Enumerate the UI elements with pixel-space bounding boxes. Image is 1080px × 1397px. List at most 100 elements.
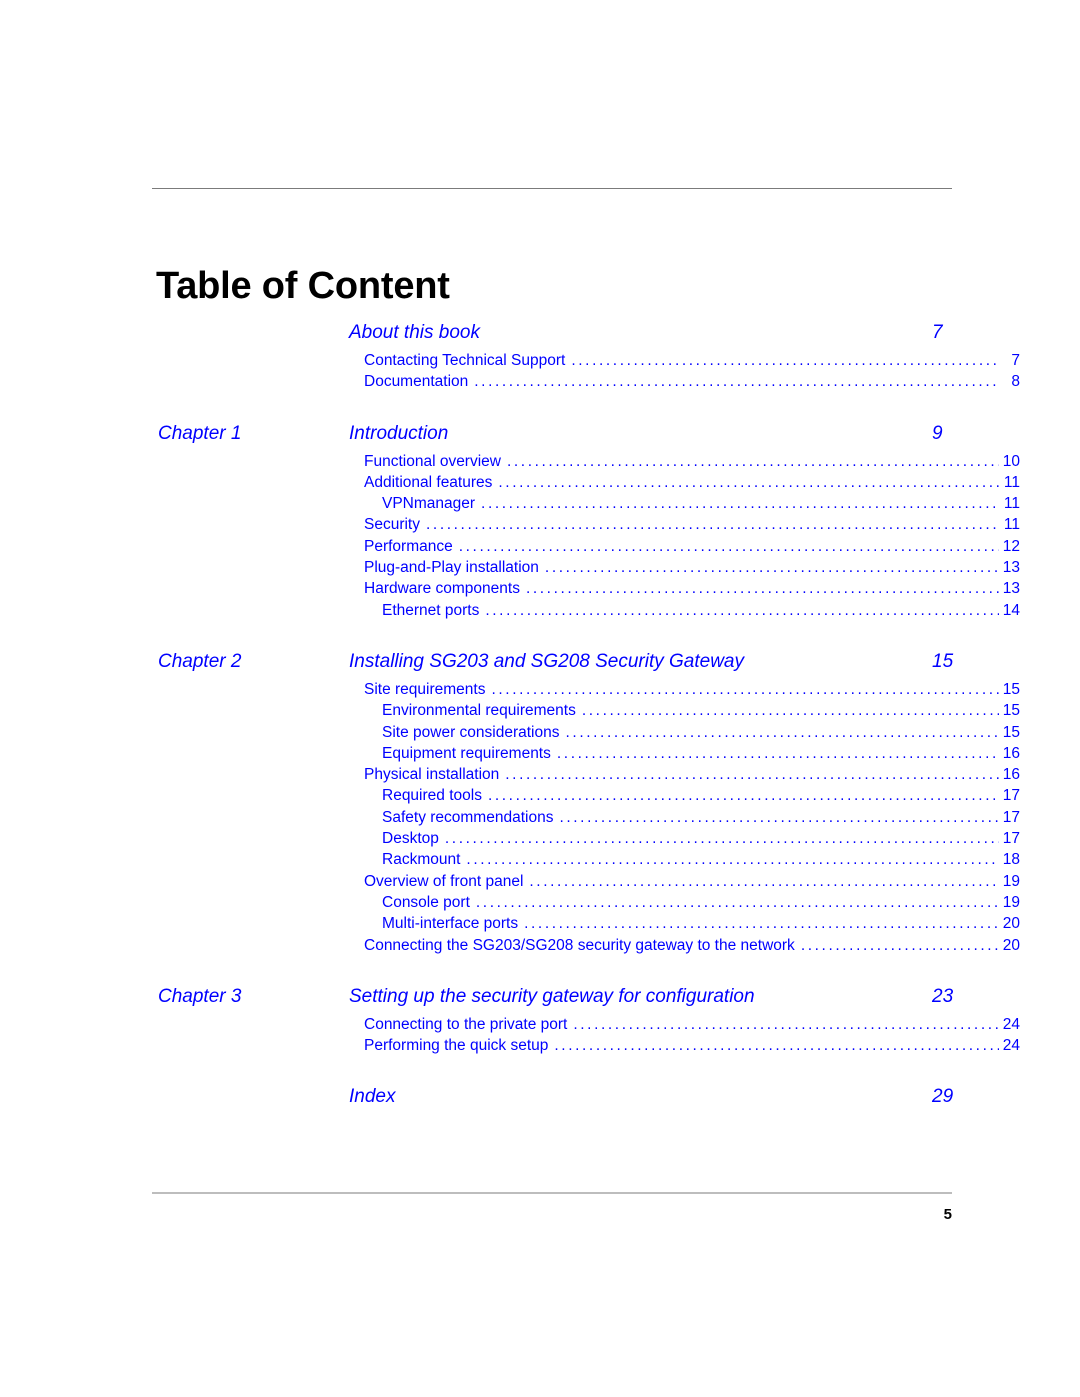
toc-entry[interactable]: Plug-and-Play installation..............… <box>0 559 1080 580</box>
toc-section: Chapter 2 Installing SG203 and SG208 Secu… <box>0 651 1080 958</box>
toc-entry-page-number: 11 <box>1003 516 1020 534</box>
toc-section: Chapter 1 Introduction 9 Functional overvie… <box>0 423 1080 623</box>
toc-entry-page-number: 12 <box>1002 537 1020 555</box>
toc-section-header[interactable]: Chapter 3 Setting up the security gateway… <box>0 986 1080 1016</box>
toc-section-header[interactable]: Index 29 <box>0 1086 1080 1116</box>
toc-leader-dots: ........................................… <box>529 872 999 890</box>
toc-entry-page-number: 17 <box>1002 808 1020 826</box>
toc-entry-label: Required tools <box>382 787 482 805</box>
toc-section-spacer <box>0 958 1080 986</box>
toc-entry-page-number: 20 <box>1002 915 1020 933</box>
toc-entry-page-number: 13 <box>1002 559 1020 577</box>
toc-entry[interactable]: Additional features.....................… <box>0 474 1080 495</box>
toc-entry[interactable]: Multi-interface ports...................… <box>0 915 1080 936</box>
toc-entry-page-number: 13 <box>1002 580 1020 598</box>
toc-leader-dots: ........................................… <box>474 373 999 391</box>
toc-entry[interactable]: Site power considerations...............… <box>0 724 1080 745</box>
toc-entry[interactable]: Performing the quick setup..............… <box>0 1037 1080 1058</box>
toc-entry[interactable]: Connecting to the private port..........… <box>0 1016 1080 1037</box>
toc-leader-dots: ........................................… <box>524 915 999 933</box>
toc-entry[interactable]: Console port............................… <box>0 894 1080 915</box>
toc-entry-page-number: 7 <box>1011 352 1020 369</box>
toc-entry-label: Desktop <box>382 830 439 848</box>
toc-entry-label: Performance <box>364 537 453 555</box>
toc-entry[interactable]: Ethernet ports..........................… <box>0 602 1080 623</box>
toc-leader-dots: ........................................… <box>525 580 999 598</box>
toc-entry-page-number: 19 <box>1002 872 1020 890</box>
toc-entry[interactable]: Connecting the SG203/SG208 security gate… <box>0 937 1080 958</box>
header-rule <box>152 188 952 189</box>
toc-leader-dots: ........................................… <box>485 601 999 619</box>
toc-leader-dots: ........................................… <box>800 936 999 954</box>
toc-entry-page-number: 17 <box>1002 787 1020 805</box>
toc-section-header[interactable]: Chapter 2 Installing SG203 and SG208 Secu… <box>0 651 1080 681</box>
toc-section-header[interactable]: Chapter 1 Introduction 9 <box>0 423 1080 453</box>
toc-entry[interactable]: VPNmanager..............................… <box>0 495 1080 516</box>
toc-entry[interactable]: Site requirements.......................… <box>0 681 1080 702</box>
toc-entry-label: VPNmanager <box>382 495 476 513</box>
toc-entry-label: Security <box>364 516 420 534</box>
toc-entry[interactable]: Security................................… <box>0 516 1080 537</box>
toc-section-title[interactable]: About this book <box>349 322 480 344</box>
toc-leader-dots: ........................................… <box>458 537 999 555</box>
toc-leader-dots: ........................................… <box>581 702 999 720</box>
toc-section-title[interactable]: Index <box>349 1086 395 1108</box>
toc-entry[interactable]: Desktop.................................… <box>0 830 1080 851</box>
toc-entry[interactable]: Performance.............................… <box>0 538 1080 559</box>
toc-entry-page-number: 15 <box>1002 723 1020 741</box>
toc-entry-label: Environmental requirements <box>382 702 576 720</box>
toc-section-title[interactable]: Installing SG203 and SG208 Security Gate… <box>349 651 744 673</box>
toc-entry-label: Contacting Technical Support <box>364 352 566 369</box>
toc-entry[interactable]: Documentation...........................… <box>0 373 1080 394</box>
toc-entry-label: Performing the quick setup <box>364 1037 549 1055</box>
toc-entry-label: Functional overview <box>364 452 501 470</box>
toc-entry-label: Console port <box>382 893 470 911</box>
toc-leader-dots: ........................................… <box>505 766 999 784</box>
toc-entry-page-number: 8 <box>1011 373 1020 391</box>
toc-leader-dots: ........................................… <box>544 559 999 577</box>
toc-entry[interactable]: Contacting Technical Support............… <box>0 352 1080 373</box>
toc-leader-dots: ........................................… <box>554 1037 999 1055</box>
toc-section: Chapter 3 Setting up the security gateway… <box>0 986 1080 1059</box>
toc-leader-dots: ........................................… <box>498 473 999 491</box>
toc-entry[interactable]: Physical installation...................… <box>0 766 1080 787</box>
toc-entry-label: Additional features <box>364 473 493 491</box>
toc-entry-label: Overview of front panel <box>364 872 524 890</box>
toc-entry[interactable]: Required tools..........................… <box>0 787 1080 808</box>
toc-entry-page-number: 10 <box>1002 452 1020 470</box>
toc-entry[interactable]: Functional overview.....................… <box>0 453 1080 474</box>
toc-chapter-label: Chapter 2 <box>158 650 242 672</box>
toc-entry[interactable]: Hardware components.....................… <box>0 580 1080 601</box>
toc-entry-page-number: 11 <box>1003 495 1020 513</box>
toc-leader-dots: ........................................… <box>426 516 999 534</box>
toc-entry-page-number: 24 <box>1002 1037 1020 1055</box>
toc-entry-page-number: 14 <box>1002 601 1020 619</box>
toc-entry-label: Site power considerations <box>382 723 560 741</box>
toc-chapter-label: Chapter 1 <box>158 422 242 444</box>
toc-entry-label: Hardware components <box>364 580 520 598</box>
toc-entry[interactable]: Safety recommendations..................… <box>0 809 1080 830</box>
toc-entry-page-number: 16 <box>1002 744 1020 762</box>
toc-entry-label: Safety recommendations <box>382 808 554 826</box>
toc-section-title[interactable]: Setting up the security gateway for conf… <box>349 986 755 1008</box>
toc-section-title[interactable]: Introduction <box>349 423 448 445</box>
toc-entry-label: Plug-and-Play installation <box>364 559 539 577</box>
toc-section-header[interactable]: About this book 7 <box>0 322 1080 352</box>
toc-section: About this book 7 Contacting Technical Sup… <box>0 322 1080 395</box>
toc-section-page-number: 15 <box>932 650 954 672</box>
toc-section-page-number: 23 <box>932 985 954 1007</box>
toc-section-spacer <box>0 395 1080 423</box>
toc-entry[interactable]: Rackmount...............................… <box>0 851 1080 872</box>
toc-entry-page-number: 20 <box>1002 936 1020 954</box>
toc-entry-label: Site requirements <box>364 680 486 698</box>
toc-entry-label: Connecting to the private port <box>364 1015 568 1033</box>
toc-leader-dots: ........................................… <box>491 680 999 698</box>
toc-leader-dots: ........................................… <box>565 723 1000 741</box>
toc-entry-page-number: 18 <box>1002 851 1020 869</box>
toc-leader-dots: ........................................… <box>466 851 999 869</box>
toc-section-spacer <box>0 623 1080 651</box>
toc-entry[interactable]: Environmental requirements..............… <box>0 702 1080 723</box>
toc-entry[interactable]: Equipment requirements..................… <box>0 745 1080 766</box>
toc-entry[interactable]: Overview of front panel.................… <box>0 873 1080 894</box>
toc-entry-label: Equipment requirements <box>382 744 551 762</box>
